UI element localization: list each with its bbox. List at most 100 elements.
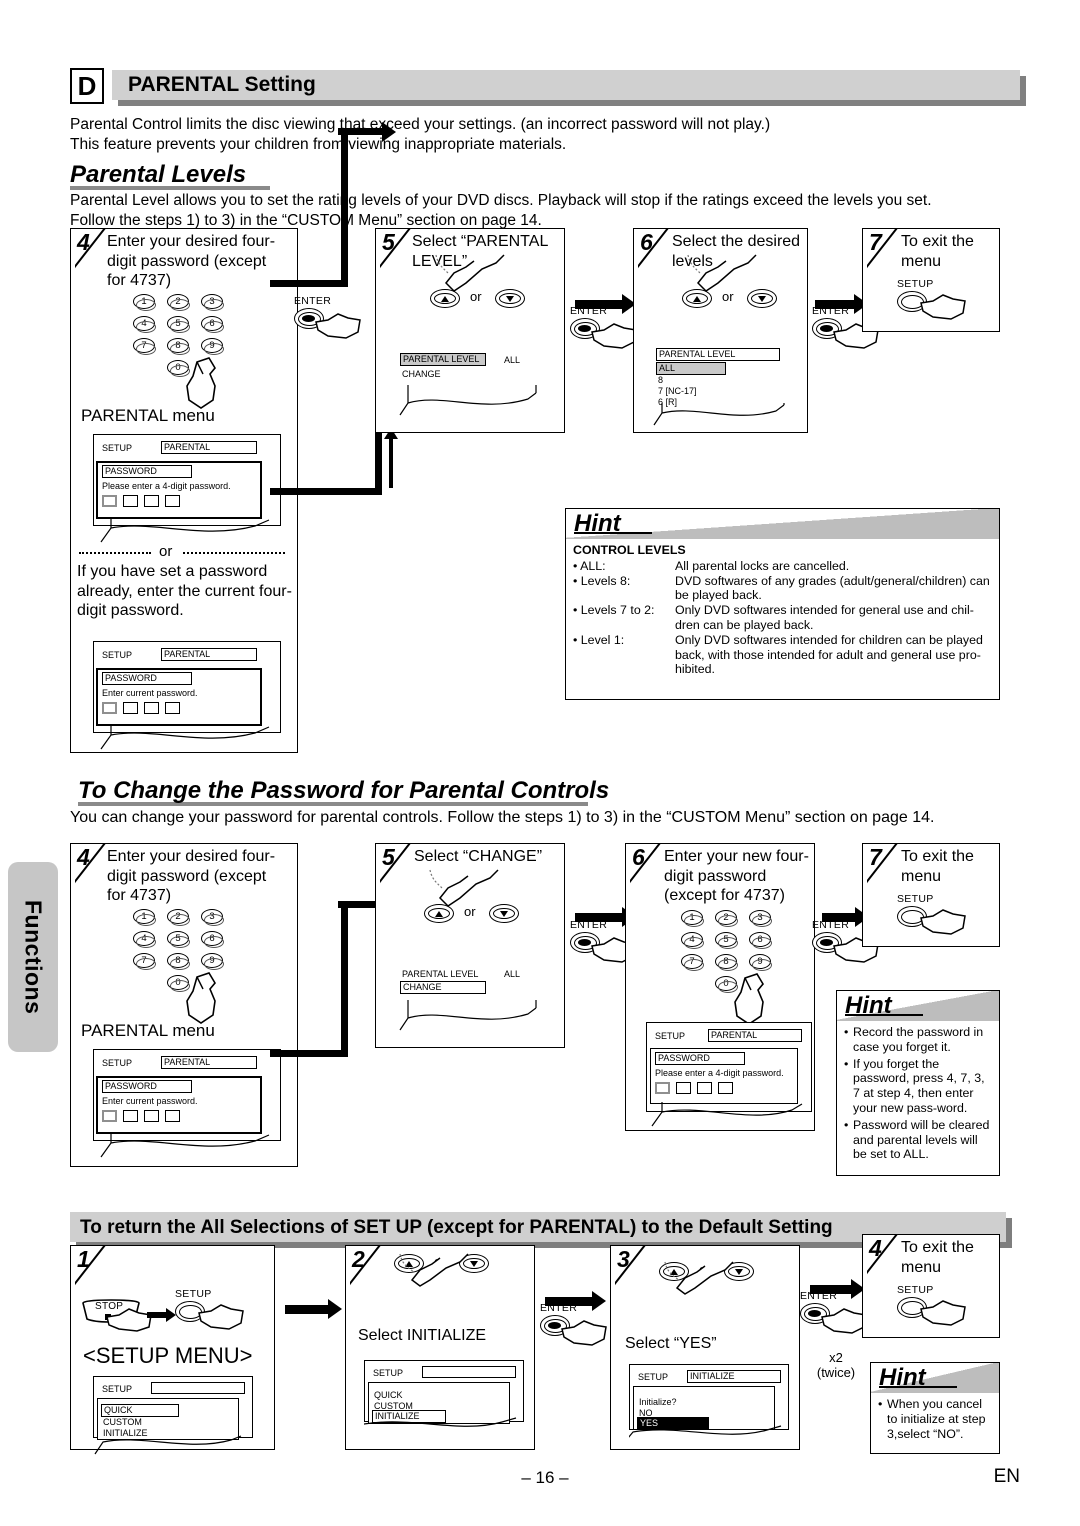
step-box-5-change: 5 Select “CHANGE” or PARENTAL LEVEL ALL …	[375, 843, 565, 1048]
password-cell-3[interactable]	[144, 495, 159, 507]
key-2[interactable]: 2	[167, 294, 190, 311]
osd-password-prompt: Please enter a 4-digit password.	[102, 481, 231, 491]
hint-row-key: • Levels 7 to 2:	[573, 603, 655, 618]
osd-list-title: PARENTAL LEVEL	[656, 348, 780, 361]
pointing-hand-icon	[561, 1320, 607, 1346]
key-9[interactable]: 9	[749, 954, 772, 971]
key-3[interactable]: 3	[201, 294, 224, 311]
step-box-2-select-initialize: 2 or Select INITIALIZE SETUP QUICK CUSTO…	[345, 1245, 535, 1450]
password-cell-4[interactable]	[165, 495, 180, 507]
hint-caption: Hint	[837, 991, 999, 1021]
password-cell-3[interactable]	[144, 1110, 159, 1122]
key-4[interactable]: 4	[133, 931, 156, 948]
pointing-hand-icon	[429, 869, 499, 907]
step-box-6-desired-levels: 6 Select the desired levels or PARENTAL …	[633, 228, 808, 433]
key-7[interactable]: 7	[133, 338, 156, 355]
password-cell-2[interactable]	[676, 1082, 691, 1094]
parental-levels-heading-text: Parental Levels	[70, 161, 247, 188]
numeric-keypad[interactable]: 1 2 3 4 5 6 7 8 9 0	[133, 294, 253, 409]
key-3[interactable]: 3	[749, 910, 772, 927]
osd-option-all[interactable]: ALL	[656, 362, 726, 375]
key-4[interactable]: 4	[133, 316, 156, 333]
password-cell-2[interactable]	[123, 1110, 138, 1122]
section-d-body-line1: Parental Level allows you to set the rat…	[70, 192, 932, 209]
key-7[interactable]: 7	[133, 953, 156, 970]
repeat-twice-label: x2 (twice)	[816, 1350, 856, 1380]
key-6[interactable]: 6	[201, 316, 224, 333]
osd-setup-label: SETUP	[102, 1384, 133, 1394]
hint-caption: Hint	[566, 509, 999, 539]
header-band-shadow-right	[1020, 76, 1026, 106]
pointing-hand-icon	[186, 357, 216, 409]
key-5[interactable]: 5	[167, 931, 190, 948]
key-1[interactable]: 1	[133, 294, 156, 311]
osd-tab-parental: PARENTAL	[708, 1029, 802, 1042]
osd-option-quick[interactable]: QUICK	[374, 1390, 403, 1401]
triangle-up-icon	[441, 295, 449, 302]
key-8[interactable]: 8	[715, 954, 738, 971]
key-5[interactable]: 5	[715, 932, 738, 949]
osd-torn-edge	[94, 1435, 242, 1455]
osd-item-change[interactable]: CHANGE	[400, 981, 486, 994]
osd-option-quick[interactable]: QUICK	[101, 1404, 179, 1417]
key-6[interactable]: 6	[749, 932, 772, 949]
password-cell-4[interactable]	[718, 1082, 733, 1094]
password-cell-4[interactable]	[165, 1110, 180, 1122]
numeric-keypad[interactable]: 1 2 3 4 5 6 7 8 9 0	[681, 910, 801, 1025]
password-cell-4[interactable]	[165, 702, 180, 714]
step-number: 4	[77, 229, 90, 255]
key-6[interactable]: 6	[201, 931, 224, 948]
key-8[interactable]: 8	[167, 338, 190, 355]
step-number: 6	[640, 229, 653, 255]
connector-v-row2-1	[341, 903, 348, 1055]
password-cell-1[interactable]	[655, 1082, 670, 1094]
password-cell-1[interactable]	[102, 702, 117, 714]
step-box-6-new-password: 6 Enter your new four-digit password (ex…	[625, 843, 815, 1131]
hint-row: • Levels 8: DVD softwares of any grades …	[573, 574, 992, 604]
password-cell-3[interactable]	[697, 1082, 712, 1094]
password-cell-2[interactable]	[123, 495, 138, 507]
key-9[interactable]: 9	[201, 338, 224, 355]
hint-row-value: Only DVD softwares intended for children…	[675, 632, 983, 677]
osd-setup-menu: SETUP QUICK CUSTOM INITIALIZE	[93, 1376, 253, 1455]
password-cell-3[interactable]	[144, 702, 159, 714]
key-2[interactable]: 2	[715, 910, 738, 927]
osd-item-parental-level[interactable]: PARENTAL LEVEL	[400, 353, 486, 366]
key-7[interactable]: 7	[681, 954, 704, 971]
hint-password: Hint Record the password in case you for…	[836, 990, 1000, 1176]
hint-underline	[845, 1013, 923, 1016]
key-1[interactable]: 1	[681, 910, 704, 927]
header-band-shadow	[118, 100, 1026, 106]
osd-parental-level-menu: PARENTAL LEVEL ALL CHANGE	[396, 349, 546, 419]
osd-option-7[interactable]: 7 [NC-17]	[658, 386, 697, 397]
osd-option-8[interactable]: 8	[658, 375, 663, 386]
password-cell-1[interactable]	[102, 495, 117, 507]
password-cell-2[interactable]	[123, 702, 138, 714]
numeric-keypad[interactable]: 1 2 3 4 5 6 7 8 9 0	[133, 909, 253, 1024]
hint-list-item: Record the password in case you forget i…	[844, 1025, 992, 1055]
step-number: 2	[352, 1246, 365, 1272]
triangle-down-icon	[506, 295, 514, 302]
section-letter-badge: D	[70, 68, 104, 104]
key-4[interactable]: 4	[681, 932, 704, 949]
osd-password-entry-2: SETUP PARENTAL PASSWORD Enter current pa…	[93, 641, 281, 750]
osd-password-title: PASSWORD	[102, 465, 192, 478]
key-5[interactable]: 5	[167, 316, 190, 333]
or-divider-right	[183, 552, 285, 554]
osd-item-parental-level[interactable]: PARENTAL LEVEL	[402, 969, 478, 980]
enter-button-label: ENTER	[294, 295, 332, 307]
enter-button-label: ENTER	[812, 305, 850, 317]
step-instruction: Enter your new four-digit password (exce…	[664, 848, 809, 904]
key-1[interactable]: 1	[133, 909, 156, 926]
password-cell-1[interactable]	[102, 1110, 117, 1122]
osd-option-custom[interactable]: CUSTOM	[103, 1417, 142, 1428]
key-2[interactable]: 2	[167, 909, 190, 926]
parental-menu-label: PARENTAL menu	[81, 1021, 215, 1040]
hint-list-item: Password will be cleared and parental le…	[844, 1118, 992, 1162]
osd-tab-parental: PARENTAL	[161, 1056, 257, 1069]
key-8[interactable]: 8	[167, 953, 190, 970]
enter-button-label: ENTER	[812, 919, 850, 931]
key-3[interactable]: 3	[201, 909, 224, 926]
key-9[interactable]: 9	[201, 953, 224, 970]
osd-item-change[interactable]: CHANGE	[402, 369, 441, 380]
